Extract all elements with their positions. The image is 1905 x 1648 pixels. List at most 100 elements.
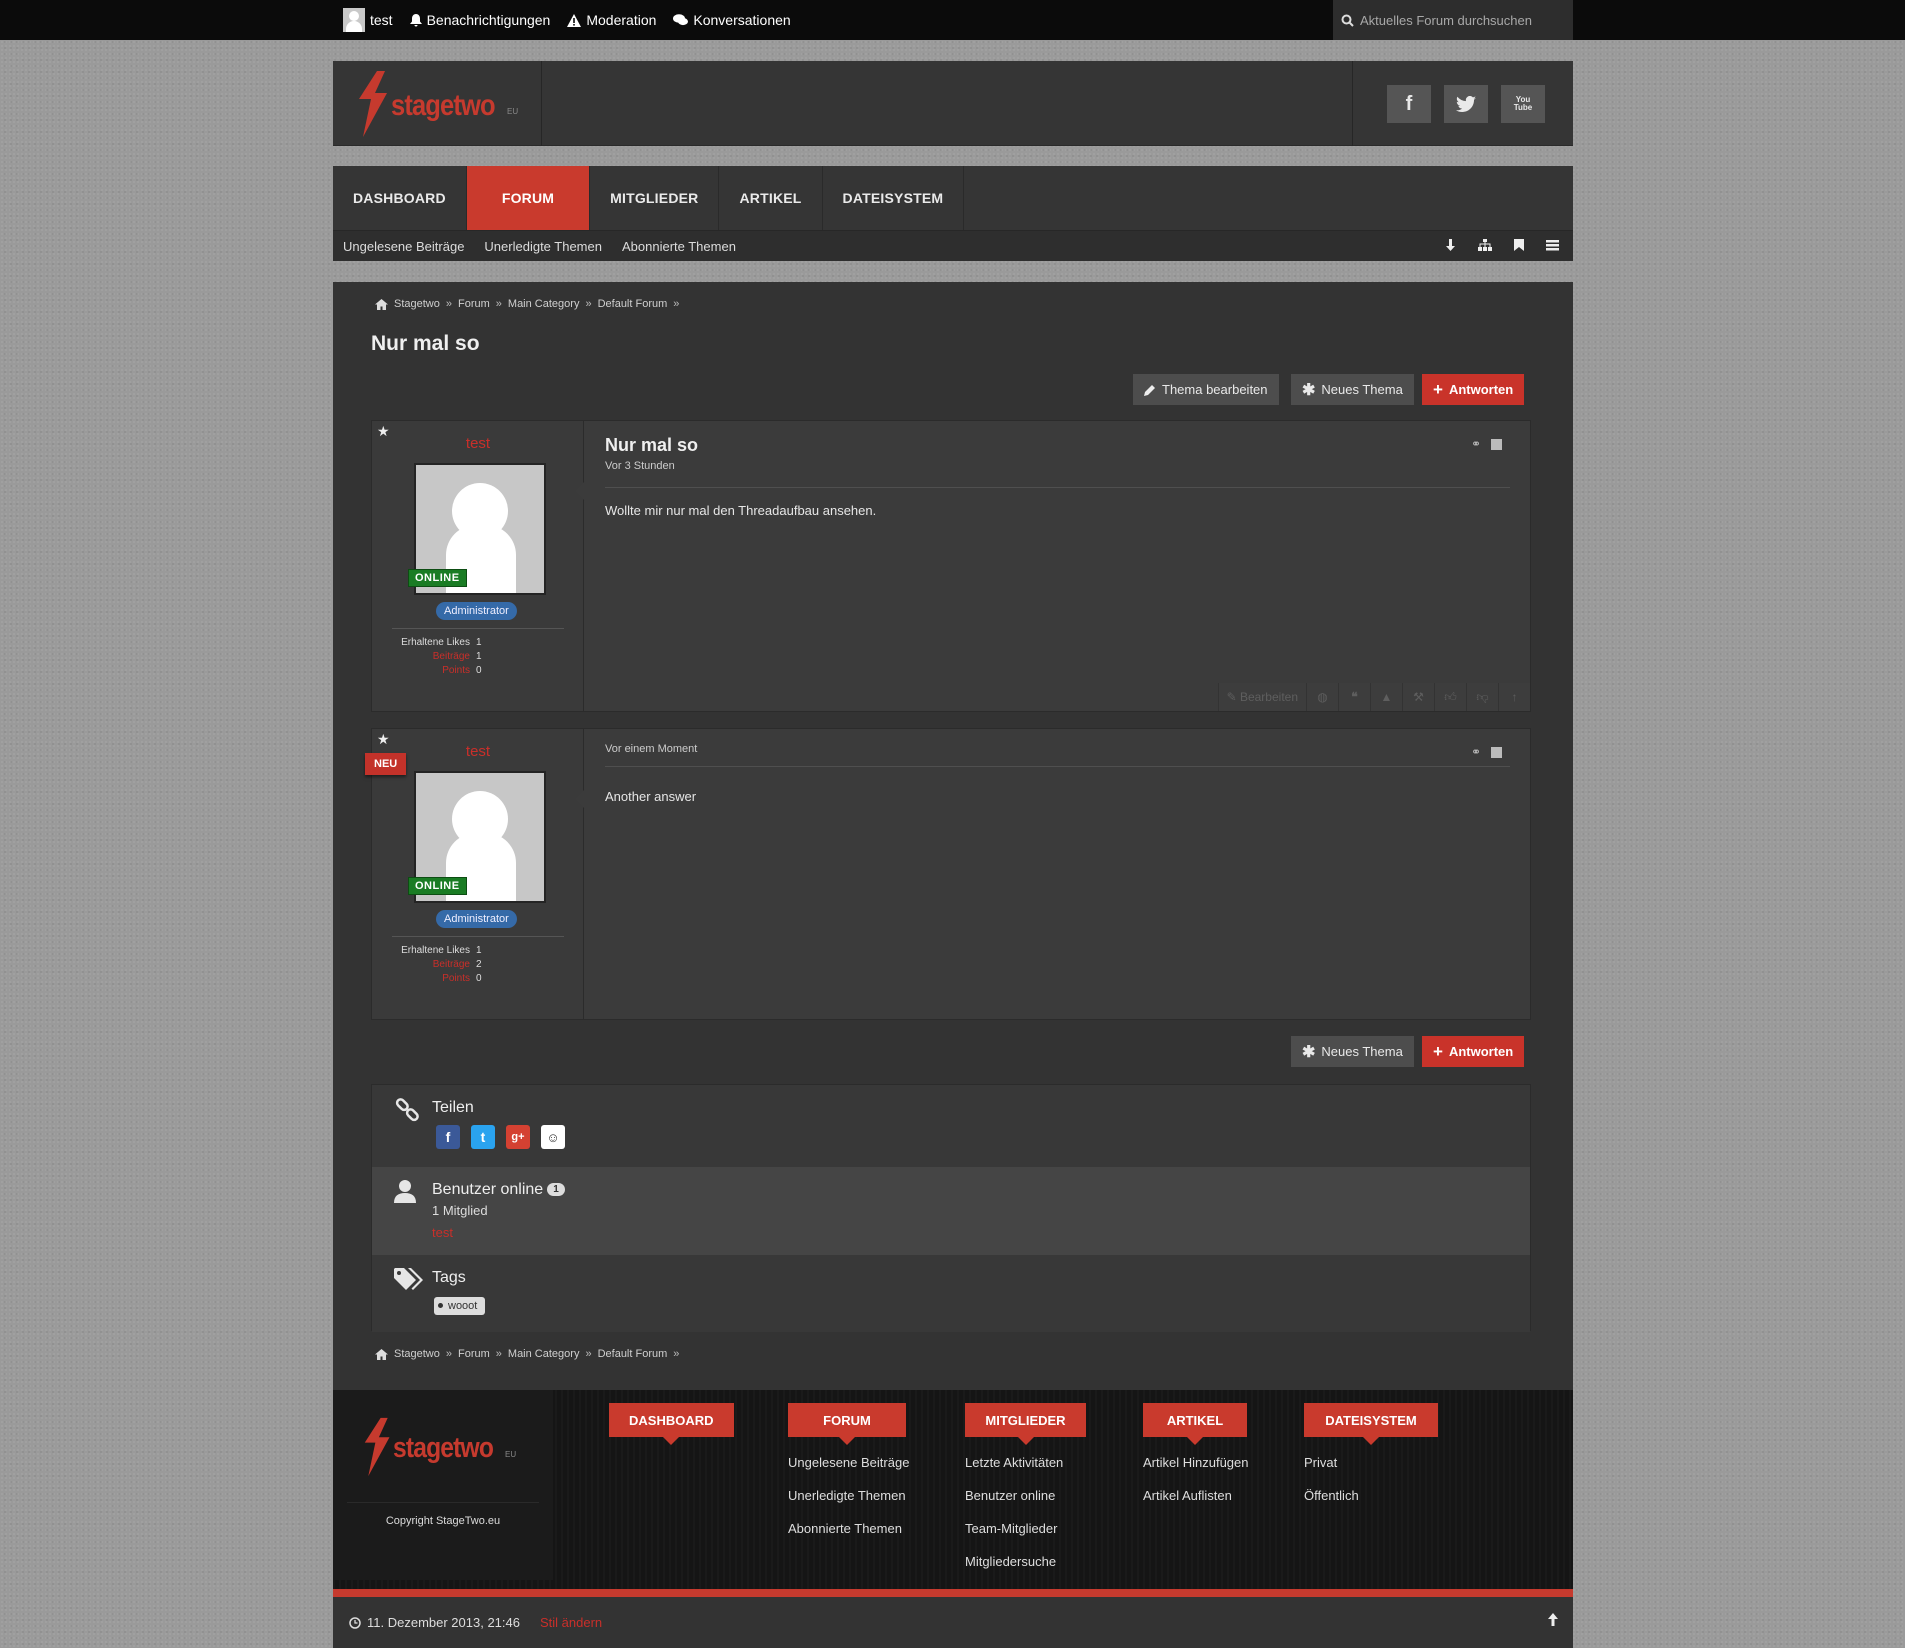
- online-user-link[interactable]: test: [432, 1225, 453, 1240]
- footer-link[interactable]: Letzte Aktivitäten: [965, 1446, 1086, 1479]
- reply-label: Antworten: [1448, 382, 1514, 397]
- breadcrumb-stagetwo[interactable]: Stagetwo: [394, 298, 440, 310]
- online-members-count: 1 Mitglied: [432, 1203, 488, 1218]
- tab-dateisystem[interactable]: DATEISYSTEM: [823, 166, 965, 230]
- breadcrumb-main-category[interactable]: Main Category: [508, 298, 580, 310]
- facebook-icon[interactable]: f: [1387, 85, 1431, 123]
- divider: [392, 628, 564, 629]
- globe-icon[interactable]: ◍: [1306, 683, 1338, 711]
- share-box: Teilen f t g+ ☺: [372, 1085, 1530, 1167]
- post-pointer: [575, 789, 585, 809]
- reddit-share-icon[interactable]: ☺: [541, 1125, 565, 1149]
- tab-forum[interactable]: FORUM: [466, 166, 591, 230]
- permalink-icon[interactable]: ⚭: [1471, 745, 1481, 759]
- new-thread-button[interactable]: ✱ Neues Thema: [1291, 1036, 1414, 1067]
- breadcrumb-stagetwo[interactable]: Stagetwo: [394, 1348, 440, 1360]
- footer-column-dashboard: DASHBOARD: [609, 1403, 734, 1445]
- breadcrumb-main-category[interactable]: Main Category: [508, 1348, 580, 1360]
- author-username[interactable]: test: [372, 435, 584, 452]
- reply-button[interactable]: + Antworten: [1422, 374, 1525, 405]
- subnav-unread-posts[interactable]: Ungelesene Beiträge: [343, 239, 464, 254]
- posts-label[interactable]: Beiträge: [372, 651, 476, 662]
- edit-thread-button[interactable]: Thema bearbeiten: [1133, 374, 1279, 405]
- youtube-icon[interactable]: You Tube: [1501, 85, 1545, 123]
- online-users-label: Benutzer online: [432, 1181, 544, 1198]
- breadcrumb-forum[interactable]: Forum: [458, 1348, 490, 1360]
- change-style-link[interactable]: Stil ändern: [540, 1615, 602, 1630]
- footer-column-heading[interactable]: FORUM: [788, 1403, 906, 1445]
- footer-column-heading[interactable]: ARTIKEL: [1143, 1403, 1247, 1445]
- user-role-badge: Administrator: [436, 910, 517, 928]
- tab-artikel[interactable]: ARTIKEL: [719, 166, 823, 230]
- conversations-link[interactable]: Konversationen: [673, 12, 791, 28]
- tag-item[interactable]: wooot: [434, 1297, 486, 1315]
- breadcrumb-forum[interactable]: Forum: [458, 298, 490, 310]
- google-plus-share-icon[interactable]: g+: [506, 1125, 530, 1149]
- breadcrumb-default-forum[interactable]: Default Forum: [598, 1348, 668, 1360]
- subnav-subscribed-threads[interactable]: Abonnierte Themen: [622, 239, 736, 254]
- logo-text: stagetwo: [391, 89, 496, 122]
- online-count-badge: 1: [547, 1183, 565, 1196]
- tags-box: Tags wooot: [372, 1255, 1530, 1332]
- likes-value: 1: [476, 636, 482, 648]
- footer-link[interactable]: Abonnierte Themen: [788, 1512, 909, 1545]
- footer-column-heading[interactable]: DASHBOARD: [609, 1403, 734, 1445]
- search-input[interactable]: [1360, 12, 1560, 28]
- scroll-top-icon[interactable]: [1547, 1613, 1559, 1629]
- select-checkbox[interactable]: [1491, 747, 1502, 758]
- footer-link[interactable]: Artikel Auflisten: [1143, 1479, 1249, 1512]
- footer-link[interactable]: Unerledigte Themen: [788, 1479, 909, 1512]
- footer-logo-suffix: EU: [505, 1450, 517, 1459]
- bookmark-icon[interactable]: [1514, 238, 1524, 254]
- youtube-label: You Tube: [1513, 95, 1533, 112]
- gavel-icon[interactable]: ⚒: [1402, 683, 1434, 711]
- footer-link[interactable]: Privat: [1304, 1446, 1438, 1479]
- quote-icon[interactable]: ❝: [1338, 683, 1370, 711]
- moderation-link[interactable]: Moderation: [567, 12, 656, 28]
- bell-icon: [409, 13, 422, 26]
- breadcrumb-default-forum[interactable]: Default Forum: [598, 298, 668, 310]
- search-box: [1333, 0, 1573, 40]
- facebook-share-icon[interactable]: f: [436, 1125, 460, 1149]
- thumbs-down-icon[interactable]: 👎︎: [1466, 683, 1498, 711]
- points-label[interactable]: Points: [372, 973, 476, 984]
- arrow-up-icon[interactable]: ↑: [1498, 683, 1530, 711]
- new-thread-button[interactable]: ✱ Neues Thema: [1291, 374, 1414, 405]
- breadcrumb: Stagetwo » Forum » Main Category » Default …: [375, 298, 679, 310]
- footer-link[interactable]: Artikel Hinzufügen: [1143, 1446, 1249, 1479]
- footer-column-heading[interactable]: DATEISYSTEM: [1304, 1403, 1438, 1445]
- tab-mitglieder[interactable]: MITGLIEDER: [590, 166, 720, 230]
- report-icon[interactable]: ▲: [1370, 683, 1402, 711]
- home-icon: [375, 298, 388, 310]
- edit-post-button[interactable]: ✎ Bearbeiten: [1217, 683, 1306, 711]
- footer-column-forum: FORUM Ungelesene Beiträge Unerledigte Th…: [788, 1403, 909, 1545]
- warning-icon: [567, 13, 582, 27]
- footer-link[interactable]: Mitgliedersuche: [965, 1545, 1086, 1578]
- footer-link[interactable]: Team-Mitglieder: [965, 1512, 1086, 1545]
- username-label: test: [370, 12, 393, 28]
- footer-link[interactable]: Benutzer online: [965, 1479, 1086, 1512]
- twitter-icon[interactable]: [1444, 85, 1488, 123]
- twitter-share-icon[interactable]: t: [471, 1125, 495, 1149]
- site-logo[interactable]: stagetwo EU: [357, 71, 527, 137]
- permalink-icon[interactable]: ⚭: [1471, 437, 1481, 451]
- sitemap-icon[interactable]: [1478, 238, 1492, 254]
- tab-dashboard[interactable]: DASHBOARD: [333, 166, 467, 230]
- user-menu[interactable]: test: [343, 8, 393, 32]
- page-title: Nur mal so: [371, 332, 480, 355]
- list-icon[interactable]: [1546, 239, 1559, 254]
- footer-logo[interactable]: stagetwo EU: [363, 1416, 533, 1482]
- points-label[interactable]: Points: [372, 665, 476, 676]
- footer-link[interactable]: Öffentlich: [1304, 1479, 1438, 1512]
- user-icon: [394, 1179, 416, 1209]
- thumbs-up-icon[interactable]: 👍︎: [1434, 683, 1466, 711]
- arrow-down-icon[interactable]: [1445, 238, 1456, 254]
- lightning-logo-icon: [359, 71, 387, 137]
- footer-link[interactable]: Ungelesene Beiträge: [788, 1446, 909, 1479]
- reply-button[interactable]: + Antworten: [1422, 1036, 1525, 1067]
- select-checkbox[interactable]: [1491, 439, 1502, 450]
- subnav-unsolved-threads[interactable]: Unerledigte Themen: [484, 239, 602, 254]
- posts-label[interactable]: Beiträge: [372, 959, 476, 970]
- notifications-link[interactable]: Benachrichtigungen: [409, 12, 550, 28]
- footer-column-heading[interactable]: MITGLIEDER: [965, 1403, 1086, 1445]
